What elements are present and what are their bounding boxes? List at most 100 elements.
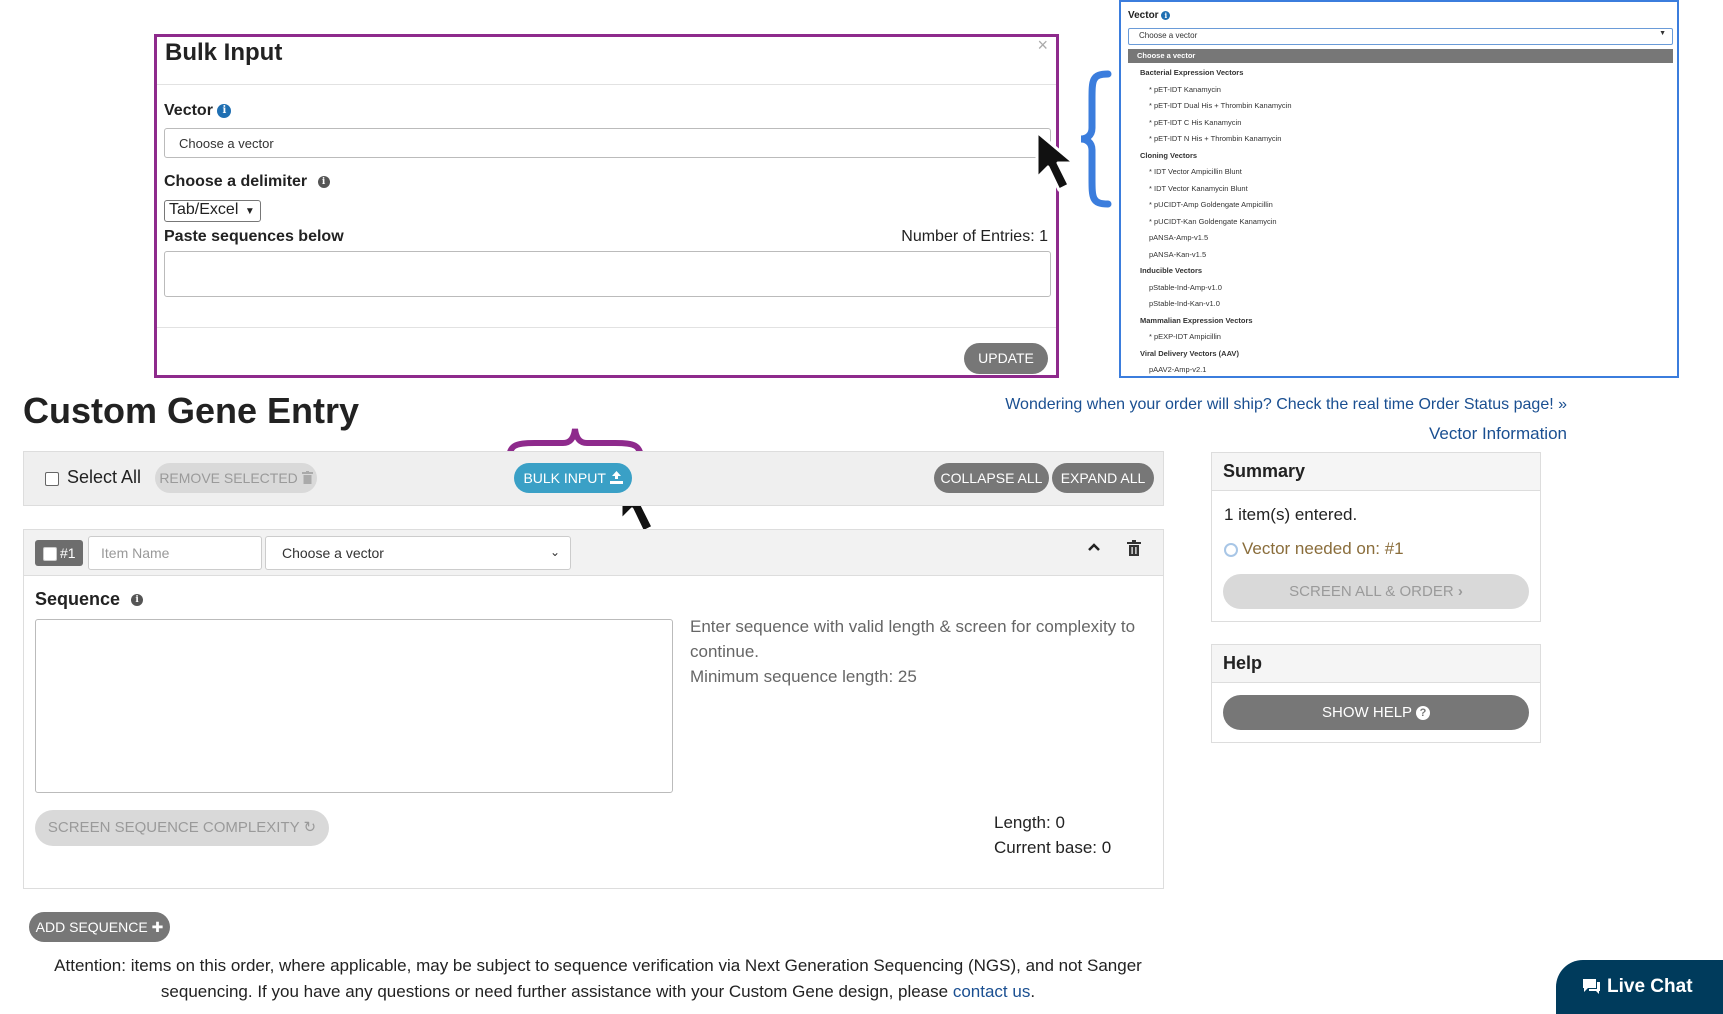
collapse-all-button[interactable]: COLLAPSE ALL <box>934 463 1049 493</box>
modal-divider <box>157 327 1056 328</box>
vector-option[interactable]: * pET-IDT Dual His + Thrombin Kanamycin <box>1128 98 1673 115</box>
add-sequence-label: ADD SEQUENCE <box>35 919 148 935</box>
vector-option[interactable]: pStable-Ind-Kan-v1.0 <box>1128 296 1673 313</box>
vector-option[interactable]: pANSA-Amp-v1.5 <box>1128 230 1673 247</box>
dropdown-vector-label: Vector <box>1128 10 1159 21</box>
chevron-up-icon[interactable] <box>1087 542 1101 552</box>
sequence-number: #1 <box>60 545 76 561</box>
sequence-label-row: Sequence i <box>35 589 144 610</box>
sequence-vector-select[interactable]: Choose a vector ⌄ <box>265 536 571 570</box>
screen-sequence-complexity-button[interactable]: SCREEN SEQUENCE COMPLEXITY ↻ <box>35 810 329 846</box>
length-info: Length: 0 Current base: 0 <box>994 810 1111 860</box>
summary-title: Summary <box>1212 453 1540 491</box>
sequence-card-header: #1 Item Name Choose a vector ⌄ <box>24 530 1163 576</box>
pointer-arrow-icon <box>1035 130 1076 192</box>
expand-all-button[interactable]: EXPAND ALL <box>1052 463 1154 493</box>
vector-option[interactable]: * pUCIDT-Amp Goldengate Ampicillin <box>1128 197 1673 214</box>
trash-icon[interactable] <box>1127 540 1141 556</box>
info-icon[interactable]: i <box>317 175 330 188</box>
minimum-length-text: Minimum sequence length: 25 <box>690 667 917 686</box>
paste-label: Paste sequences below <box>164 228 344 245</box>
chevron-down-icon: ⌄ <box>549 545 560 559</box>
show-help-label: SHOW HELP <box>1322 704 1412 721</box>
contact-us-link[interactable]: contact us <box>953 982 1031 1001</box>
update-button[interactable]: UPDATE <box>964 343 1048 374</box>
vector-options-list: Choose a vector Bacterial Expression Vect… <box>1128 49 1673 376</box>
items-entered: 1 item(s) entered. <box>1224 505 1358 524</box>
vector-option[interactable]: * IDT Vector Ampicillin Blunt <box>1128 164 1673 181</box>
modal-vector-label: Vector <box>164 102 213 119</box>
bulk-input-modal: Bulk Input × Vector i Choose a vector Ch… <box>154 34 1059 378</box>
page-title: Custom Gene Entry <box>23 390 360 431</box>
sequence-label: Sequence <box>35 589 121 609</box>
delimiter-select[interactable]: Tab/Excel ▼ <box>164 200 261 222</box>
bulk-input-label: BULK INPUT <box>523 470 606 486</box>
paste-sequences-textarea[interactable] <box>164 251 1051 297</box>
screen-all-label: SCREEN ALL & ORDER <box>1289 583 1454 600</box>
vector-option[interactable]: * pET-IDT Kanamycin <box>1128 82 1673 99</box>
select-all-label[interactable]: Select All <box>67 467 141 488</box>
show-help-button[interactable]: SHOW HELP ? <box>1223 695 1529 730</box>
screen-all-order-button[interactable]: SCREEN ALL & ORDER › <box>1223 574 1529 609</box>
remove-selected-label: REMOVE SELECTED <box>159 470 298 486</box>
entries-count: Number of Entries: 1 <box>901 228 1048 245</box>
chevron-down-icon: ▼ <box>1659 30 1666 37</box>
sequence-number-badge[interactable]: #1 <box>35 540 83 566</box>
add-sequence-button[interactable]: ADD SEQUENCE ✚ <box>29 912 170 942</box>
sequence-checkbox[interactable] <box>43 547 57 561</box>
info-icon[interactable]: i <box>217 103 232 118</box>
vector-information-link[interactable]: Vector Information <box>1429 424 1567 444</box>
attention-end: . <box>1030 982 1036 1001</box>
vector-option[interactable]: Choose a vector <box>1128 49 1673 63</box>
info-icon[interactable]: i <box>131 594 144 607</box>
spinner-icon <box>1224 542 1238 557</box>
vector-option[interactable]: * IDT Vector Kanamycin Blunt <box>1128 181 1673 198</box>
item-name-input[interactable]: Item Name <box>88 536 262 570</box>
screen-complexity-label: SCREEN SEQUENCE COMPLEXITY <box>47 819 300 836</box>
summary-panel: Summary 1 item(s) entered. Vector needed… <box>1211 452 1541 622</box>
bulk-input-button[interactable]: BULK INPUT <box>514 463 632 493</box>
live-chat-button[interactable]: Live Chat <box>1556 960 1723 1014</box>
refresh-icon: ↻ <box>303 819 317 836</box>
modal-title: Bulk Input <box>165 39 283 66</box>
vector-option[interactable]: * pET-IDT N His + Thrombin Kanamycin <box>1128 131 1673 148</box>
option-group-label: Bacterial Expression Vectors <box>1140 68 1244 77</box>
vector-option[interactable]: pANSA-Kan-v1.5 <box>1128 247 1673 264</box>
dropdown-vector-select[interactable]: Choose a vector ▼ <box>1128 28 1673 45</box>
option-group-label: Viral Delivery Vectors (AAV) <box>1140 348 1239 358</box>
modal-vector-label-row: Vector i <box>164 102 232 120</box>
chevron-right-icon: › <box>1457 583 1463 600</box>
order-status-link[interactable]: Wondering when your order will ship? Che… <box>1005 396 1567 414</box>
modal-vector-select[interactable]: Choose a vector <box>164 128 1051 158</box>
help-title: Help <box>1212 645 1540 683</box>
plus-icon: ✚ <box>151 919 164 935</box>
live-chat-label: Live Chat <box>1607 976 1693 997</box>
vector-option[interactable]: * pUCIDT-Kan Goldengate Kanamycin <box>1128 214 1673 231</box>
sequence-hint-text: Enter sequence with valid length & scree… <box>690 617 1136 661</box>
vector-option[interactable]: * pET-IDT C His Kanamycin <box>1128 115 1673 132</box>
bulk-upload-icon <box>609 471 623 484</box>
help-panel: Help SHOW HELP ? <box>1211 644 1541 743</box>
remove-selected-button[interactable]: REMOVE SELECTED <box>155 463 317 493</box>
chevron-down-icon: ▼ <box>244 206 255 217</box>
vector-option[interactable]: pStable-Ind-Amp-v1.0 <box>1128 280 1673 297</box>
option-group-label: Cloning Vectors <box>1140 150 1198 160</box>
vector-needed-text: Vector needed on: #1 <box>1242 539 1404 558</box>
chat-icon <box>1583 979 1600 994</box>
trash-icon <box>301 471 313 484</box>
dropdown-vector-label-row: Vector i <box>1128 10 1171 21</box>
info-icon[interactable]: i <box>1161 10 1171 20</box>
sequence-textarea[interactable] <box>35 619 673 793</box>
attention-notice: Attention: items on this order, where ap… <box>30 953 1166 1005</box>
length-value: Length: 0 <box>994 813 1065 832</box>
sequence-vector-value: Choose a vector <box>282 545 384 561</box>
vector-option[interactable]: * pEXP-IDT Ampicillin <box>1128 329 1673 346</box>
close-icon[interactable]: × <box>1037 35 1048 56</box>
entry-toolbar: Select All REMOVE SELECTED BULK INPUT CO… <box>23 451 1164 506</box>
select-all-checkbox[interactable] <box>45 472 59 486</box>
vector-option[interactable]: pAAV2-Amp-v2.1 <box>1128 362 1673 376</box>
current-base-value: Current base: 0 <box>994 838 1112 857</box>
vector-dropdown-callout: Vector i Choose a vector ▼ Choose a vect… <box>1119 0 1679 378</box>
option-group-label: Mammalian Expression Vectors <box>1140 315 1253 325</box>
vector-needed-row: Vector needed on: #1 <box>1224 539 1404 559</box>
